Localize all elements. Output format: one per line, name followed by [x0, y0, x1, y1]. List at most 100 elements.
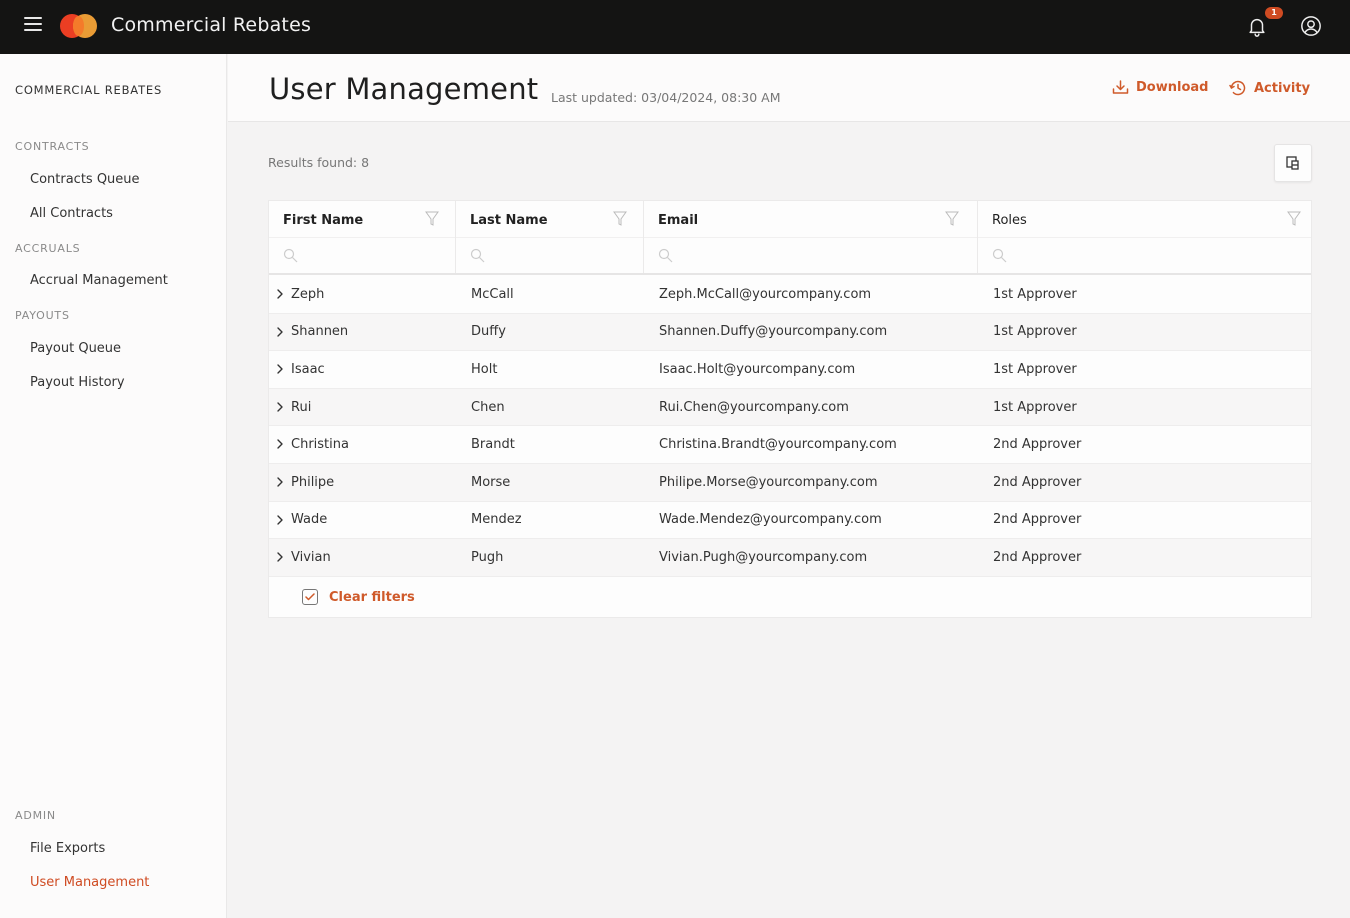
email-search-input[interactable] — [644, 237, 977, 273]
sidebar: COMMERCIAL REBATES CONTRACTS Contracts Q… — [0, 54, 227, 918]
cell-email: Shannen.Duffy@yourcompany.com — [659, 324, 888, 340]
cell-role: 2nd Approver — [993, 549, 1082, 565]
sidebar-item-all-contracts[interactable]: All Contracts — [30, 206, 113, 221]
download-icon — [1112, 80, 1129, 94]
cell-email: Vivian.Pugh@yourcompany.com — [659, 549, 868, 565]
column-header-roles: Roles — [978, 201, 1311, 273]
results-count: Results found: 8 — [268, 155, 370, 170]
cell-email: Wade.Mendez@yourcompany.com — [659, 512, 882, 528]
table-row[interactable]: Shannen Duffy Shannen.Duffy@yourcompany.co… — [269, 313, 1311, 352]
cell-email: Rui.Chen@yourcompany.com — [659, 399, 849, 415]
cell-last-name: Brandt — [471, 437, 515, 453]
sidebar-section-payouts: PAYOUTS — [15, 309, 70, 322]
sidebar-item-payout-history[interactable]: Payout History — [30, 375, 125, 390]
table-row[interactable]: Christina Brandt Christina.Brandt@yourcomp… — [269, 426, 1311, 464]
sidebar-item-user-management[interactable]: User Management — [30, 875, 149, 890]
chevron-right-icon[interactable] — [276, 476, 284, 488]
cell-first-name: Wade — [291, 512, 328, 528]
activity-label: Activity — [1254, 80, 1311, 96]
table-row[interactable]: Wade Mendez Wade.Mendez@yourcompany.com 2nd… — [269, 502, 1311, 540]
table-row[interactable]: Philipe Morse Philipe.Morse@yourcompany.co… — [269, 464, 1311, 502]
search-icon — [992, 248, 1007, 263]
cell-role: 2nd Approver — [993, 474, 1082, 490]
download-label: Download — [1136, 79, 1209, 95]
cell-role: 1st Approver — [993, 324, 1077, 340]
user-circle-icon[interactable] — [1300, 15, 1322, 37]
hamburger-icon[interactable] — [24, 17, 42, 33]
roles-search-input[interactable] — [978, 237, 1311, 273]
sidebar-item-payout-queue[interactable]: Payout Queue — [30, 341, 121, 356]
cell-email: Christina.Brandt@yourcompany.com — [659, 437, 897, 453]
cell-last-name: Pugh — [471, 549, 504, 565]
filter-icon[interactable] — [945, 211, 959, 227]
chevron-right-icon[interactable] — [276, 438, 284, 450]
cell-first-name: Christina — [291, 437, 349, 453]
top-bar: Commercial Rebates 1 — [0, 0, 1350, 54]
first-name-search-input[interactable] — [269, 237, 455, 273]
columns-panel-icon — [1286, 156, 1299, 170]
cell-role: 2nd Approver — [993, 512, 1082, 528]
filter-icon[interactable] — [425, 211, 439, 227]
cell-role: 2nd Approver — [993, 437, 1082, 453]
cell-email: Isaac.Holt@yourcompany.com — [659, 361, 856, 377]
activity-button[interactable]: Activity — [1229, 79, 1310, 97]
sidebar-item-accrual-management[interactable]: Accrual Management — [30, 273, 168, 288]
bell-icon[interactable] — [1246, 15, 1268, 37]
column-header-email: Email — [644, 201, 978, 273]
cell-last-name: Chen — [471, 399, 505, 415]
sidebar-section-contracts: CONTRACTS — [15, 140, 90, 153]
cell-first-name: Philipe — [291, 474, 335, 490]
last-updated: Last updated: 03/04/2024, 08:30 AM — [551, 90, 781, 105]
chevron-right-icon[interactable] — [276, 326, 284, 338]
clear-filters-label: Clear filters — [329, 589, 415, 605]
cell-first-name: Vivian — [291, 549, 331, 565]
cell-last-name: Mendez — [471, 512, 522, 528]
chevron-right-icon[interactable] — [276, 401, 284, 413]
cell-first-name: Isaac — [291, 361, 325, 377]
sidebar-title: COMMERCIAL REBATES — [15, 83, 163, 97]
mastercard-logo — [60, 14, 97, 38]
clear-filters-button[interactable]: Clear filters — [302, 589, 415, 605]
table-row[interactable]: Vivian Pugh Vivian.Pugh@yourcompany.com 2nd… — [269, 539, 1311, 577]
sidebar-item-file-exports[interactable]: File Exports — [30, 841, 105, 856]
cell-role: 1st Approver — [993, 286, 1077, 302]
sidebar-item-contracts-queue[interactable]: Contracts Queue — [30, 172, 140, 187]
download-button[interactable]: Download — [1112, 79, 1208, 95]
search-icon — [283, 248, 298, 263]
notification-badge: 1 — [1265, 7, 1283, 19]
history-icon — [1229, 80, 1246, 96]
page-title: User Management — [269, 72, 539, 106]
cell-email: Philipe.Morse@yourcompany.com — [659, 474, 878, 490]
table-row[interactable]: Isaac Holt Isaac.Holt@yourcompany.com 1st A… — [269, 351, 1311, 389]
chevron-right-icon[interactable] — [276, 288, 284, 300]
column-header-first-name: First Name — [269, 201, 456, 273]
users-table: First Name Last Name Email Roles Zeph Mc… — [268, 200, 1312, 618]
chevron-right-icon[interactable] — [276, 363, 284, 375]
table-row[interactable]: Rui Chen Rui.Chen@yourcompany.com 1st Appro… — [269, 388, 1311, 427]
column-header-last-name: Last Name — [456, 201, 644, 273]
table-footer: Clear filters — [269, 577, 1311, 617]
column-settings-button[interactable] — [1274, 144, 1312, 182]
filter-icon[interactable] — [613, 211, 627, 227]
cell-role: 1st Approver — [993, 399, 1077, 415]
sidebar-section-accruals: ACCRUALS — [15, 242, 81, 255]
last-name-search-input[interactable] — [456, 237, 643, 273]
cell-last-name: Holt — [471, 361, 498, 377]
filter-icon[interactable] — [1287, 211, 1301, 227]
cell-first-name: Rui — [291, 399, 312, 415]
chevron-right-icon[interactable] — [276, 514, 284, 526]
cell-email: Zeph.McCall@yourcompany.com — [659, 286, 872, 302]
checkbox-icon — [302, 589, 318, 605]
search-icon — [658, 248, 673, 263]
sidebar-section-admin: ADMIN — [15, 809, 56, 822]
table-row[interactable]: Zeph McCall Zeph.McCall@yourcompany.com 1st… — [269, 276, 1311, 314]
search-icon — [470, 248, 485, 263]
cell-last-name: McCall — [471, 286, 514, 302]
cell-last-name: Morse — [471, 474, 511, 490]
cell-first-name: Shannen — [291, 324, 349, 340]
page-header: User Management Last updated: 03/04/2024… — [228, 54, 1350, 122]
cell-first-name: Zeph — [291, 286, 325, 302]
table-header: First Name Last Name Email Roles — [269, 201, 1311, 275]
chevron-right-icon[interactable] — [276, 551, 284, 563]
cell-role: 1st Approver — [993, 361, 1077, 377]
